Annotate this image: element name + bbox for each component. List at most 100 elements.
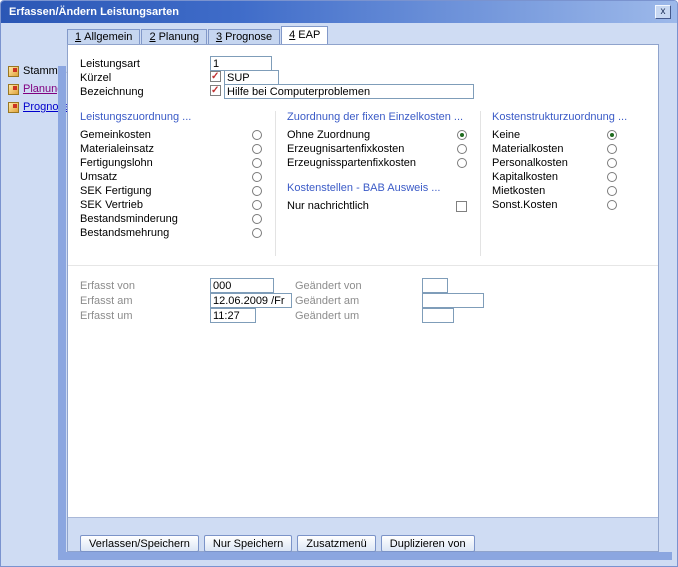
tab-mnemonic: 3 bbox=[216, 31, 222, 43]
option-label: Fertigungslohn bbox=[80, 157, 153, 169]
column-divider bbox=[275, 111, 276, 256]
kuerzel-input[interactable] bbox=[224, 70, 279, 85]
radio-materialkosten[interactable] bbox=[607, 144, 617, 154]
radio-mietkosten[interactable] bbox=[607, 186, 617, 196]
tab-mnemonic: 1 bbox=[75, 31, 81, 43]
option-label: Materialkosten bbox=[492, 143, 564, 155]
option-row: Sonst.Kosten bbox=[492, 198, 617, 212]
erfasst-von-label: Erfasst von bbox=[80, 280, 135, 293]
kuerzel-checkbox[interactable] bbox=[210, 71, 221, 82]
radio-sek-fertigung[interactable] bbox=[252, 186, 262, 196]
option-row: Fertigungslohn bbox=[80, 156, 262, 170]
close-icon: x bbox=[661, 6, 666, 17]
group-kostenstruktur: Kostenstrukturzuordnung ... Keine Materi… bbox=[492, 111, 617, 212]
option-row: Bestandsmehrung bbox=[80, 226, 262, 240]
option-label: Nur nachrichtlich bbox=[287, 200, 369, 212]
option-row: Gemeinkosten bbox=[80, 128, 262, 142]
tab-label: Prognose bbox=[225, 31, 272, 43]
option-label: SEK Vertrieb bbox=[80, 199, 143, 211]
sidebar-item-stammblatt[interactable]: Stammblatt bbox=[8, 65, 60, 77]
leistungsart-input[interactable] bbox=[210, 56, 272, 71]
tab-label: Allgemein bbox=[84, 31, 132, 43]
button-row: Verlassen/Speichern Nur Speichern Zusatz… bbox=[80, 535, 475, 552]
geaendert-am-label: Geändert am bbox=[295, 295, 359, 308]
radio-sek-vertrieb[interactable] bbox=[252, 200, 262, 210]
option-row: Ohne Zuordnung bbox=[287, 128, 467, 142]
option-label: Gemeinkosten bbox=[80, 129, 151, 141]
group-title: Leistungszuordnung ... bbox=[80, 111, 262, 124]
group-title: Kostenstrukturzuordnung ... bbox=[492, 111, 617, 124]
option-row: Erzeugnisartenfixkosten bbox=[287, 142, 467, 156]
radio-materialeinsatz[interactable] bbox=[252, 144, 262, 154]
radio-bestandsminderung[interactable] bbox=[252, 214, 262, 224]
group-title: Zuordnung der fixen Einzelkosten ... bbox=[287, 111, 467, 124]
option-label: Bestandsmehrung bbox=[80, 227, 169, 239]
nur-speichern-button[interactable]: Nur Speichern bbox=[204, 535, 292, 552]
left-accent-bar bbox=[58, 66, 66, 560]
radio-erzeugnisartenfixkosten[interactable] bbox=[457, 144, 467, 154]
geaendert-von-label: Geändert von bbox=[295, 280, 362, 293]
zusatzmenue-button[interactable]: Zusatzmenü bbox=[297, 535, 376, 552]
sidebar-item-planung[interactable]: Planung bbox=[8, 83, 60, 95]
radio-gemeinkosten[interactable] bbox=[252, 130, 262, 140]
geaendert-um-field[interactable] bbox=[422, 308, 454, 323]
erfasst-am-label: Erfasst am bbox=[80, 295, 133, 308]
tab-allgemein[interactable]: 1Allgemein bbox=[67, 29, 140, 44]
sidebar-item-prognose[interactable]: Prognose bbox=[8, 101, 60, 113]
erfasst-am-field[interactable] bbox=[210, 293, 292, 308]
close-button[interactable]: x bbox=[655, 5, 671, 19]
geaendert-von-field[interactable] bbox=[422, 278, 448, 293]
leistungsart-label: Leistungsart bbox=[80, 58, 140, 71]
option-row: Keine bbox=[492, 128, 617, 142]
radio-keine[interactable] bbox=[607, 130, 617, 140]
bezeichnung-input[interactable] bbox=[224, 84, 474, 99]
radio-ohne-zuordnung[interactable] bbox=[457, 130, 467, 140]
bezeichnung-checkbox[interactable] bbox=[210, 85, 221, 96]
erfasst-um-label: Erfasst um bbox=[80, 310, 133, 323]
radio-erzeugnisspartenfixkosten[interactable] bbox=[457, 158, 467, 168]
radio-sonst-kosten[interactable] bbox=[607, 200, 617, 210]
option-label: Bestandsminderung bbox=[80, 213, 178, 225]
option-row: Erzeugnisspartenfixkosten bbox=[287, 156, 467, 170]
tab-prognose[interactable]: 3Prognose bbox=[208, 29, 280, 44]
option-row: Bestandsminderung bbox=[80, 212, 262, 226]
option-label: Sonst.Kosten bbox=[492, 199, 557, 211]
geaendert-um-label: Geändert um bbox=[295, 310, 359, 323]
radio-kapitalkosten[interactable] bbox=[607, 172, 617, 182]
verlassen-speichern-button[interactable]: Verlassen/Speichern bbox=[80, 535, 199, 552]
title-bar: Erfassen/Ändern Leistungsarten bbox=[1, 1, 677, 23]
geaendert-am-field[interactable] bbox=[422, 293, 484, 308]
option-row: Kapitalkosten bbox=[492, 170, 617, 184]
duplizieren-von-button[interactable]: Duplizieren von bbox=[381, 535, 475, 552]
kuerzel-label: Kürzel bbox=[80, 72, 111, 85]
tab-planung[interactable]: 2Planung bbox=[141, 29, 207, 44]
radio-umsatz[interactable] bbox=[252, 172, 262, 182]
radio-fertigungslohn[interactable] bbox=[252, 158, 262, 168]
option-row: Nur nachrichtlich bbox=[287, 199, 467, 213]
tab-mnemonic: 4 bbox=[289, 29, 295, 41]
tab-mnemonic: 2 bbox=[149, 31, 155, 43]
nur-nachrichtlich-checkbox[interactable] bbox=[456, 201, 467, 212]
option-row: SEK Vertrieb bbox=[80, 198, 262, 212]
window-title: Erfassen/Ändern Leistungsarten bbox=[9, 6, 179, 18]
group-fixe-einzelkosten: Zuordnung der fixen Einzelkosten ... Ohn… bbox=[287, 111, 467, 213]
option-label: Ohne Zuordnung bbox=[287, 129, 370, 141]
document-icon bbox=[8, 102, 19, 113]
option-label: Materialeinsatz bbox=[80, 143, 154, 155]
erfasst-um-field[interactable] bbox=[210, 308, 256, 323]
erfasst-von-field[interactable] bbox=[210, 278, 274, 293]
option-row: Personalkosten bbox=[492, 156, 617, 170]
radio-bestandsmehrung[interactable] bbox=[252, 228, 262, 238]
document-icon bbox=[8, 66, 19, 77]
option-row: Mietkosten bbox=[492, 184, 617, 198]
radio-personalkosten[interactable] bbox=[607, 158, 617, 168]
option-label: Personalkosten bbox=[492, 157, 568, 169]
section-divider bbox=[68, 265, 658, 266]
tab-eap[interactable]: 4EAP bbox=[281, 26, 328, 44]
bottom-accent-bar bbox=[58, 552, 672, 560]
main-frame: Leistungsart Kürzel Bezeichnung Leistung… bbox=[67, 44, 659, 552]
column-divider bbox=[480, 111, 481, 256]
option-row: Materialkosten bbox=[492, 142, 617, 156]
option-label: Mietkosten bbox=[492, 185, 545, 197]
tab-strip: 1Allgemein 2Planung 3Prognose 4EAP bbox=[67, 29, 329, 44]
